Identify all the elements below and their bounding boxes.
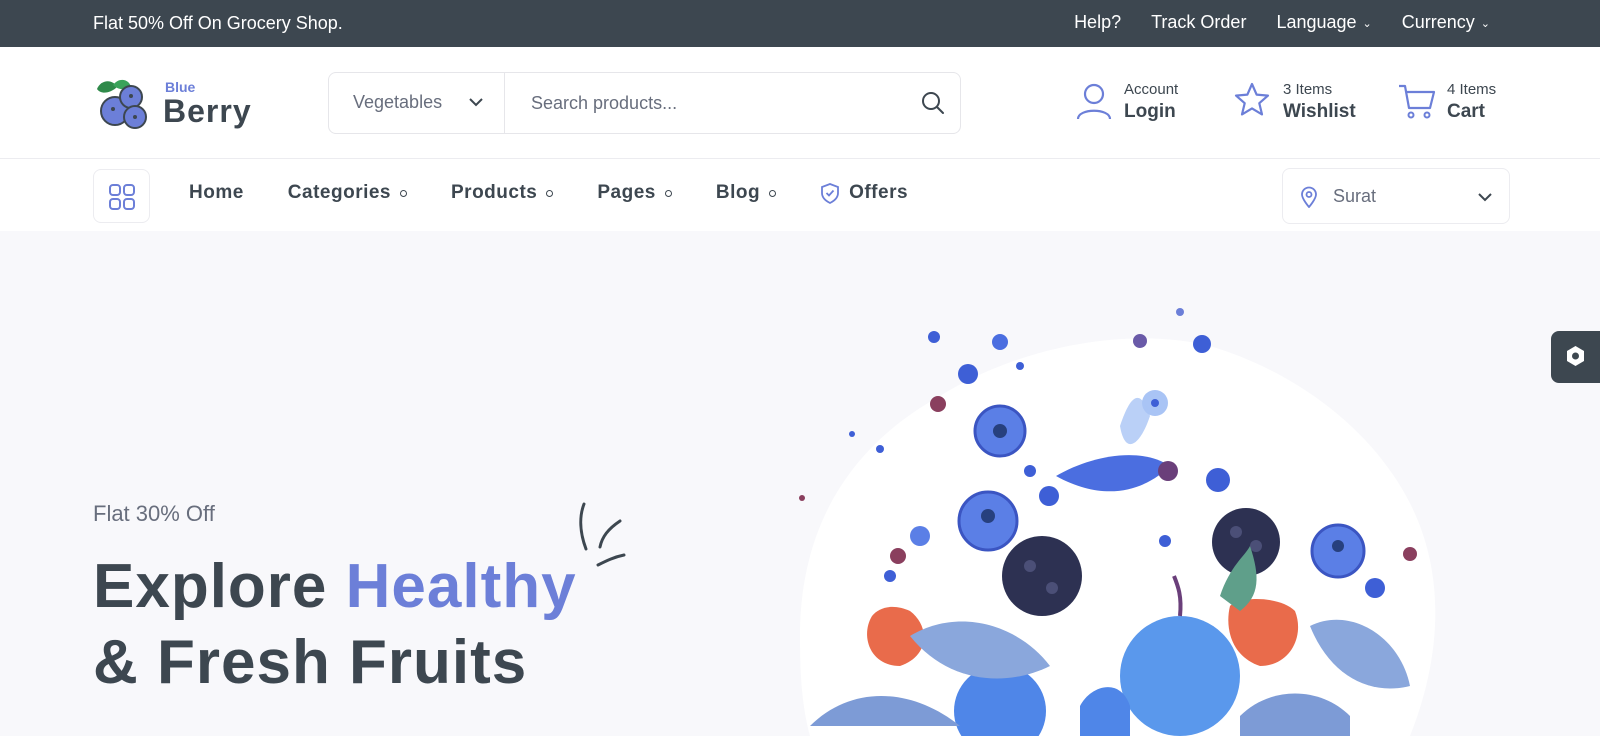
- grid-icon: [109, 184, 135, 210]
- shield-icon: [821, 183, 839, 204]
- wishlist-count: 3 Items: [1283, 81, 1333, 98]
- wishlist-label: Wishlist: [1283, 101, 1356, 122]
- nav-item-categories[interactable]: Categories: [288, 182, 407, 204]
- hero-subtitle: Flat 30% Off: [93, 501, 215, 526]
- nav-item-label: Offers: [849, 182, 909, 203]
- category-select-value: Vegetables: [353, 92, 443, 112]
- settings-hex-icon: [1567, 346, 1584, 366]
- help-link[interactable]: Help?: [1074, 12, 1121, 33]
- cart-icon: [1399, 84, 1436, 119]
- main-header: Blue Berry Vegetables Account Login 3 It…: [0, 47, 1600, 159]
- account-label: Account: [1124, 81, 1179, 98]
- nav-item-label: Products: [451, 182, 538, 203]
- top-links: Help? Track Order Language ⌄ Currency ⌄: [1074, 12, 1490, 33]
- blueberry-logo-icon: [97, 79, 147, 129]
- dropdown-dot-icon: [400, 189, 407, 197]
- currency-label: Currency: [1401, 12, 1475, 32]
- category-select[interactable]: Vegetables: [329, 73, 505, 133]
- search-input[interactable]: [505, 73, 905, 133]
- location-value: Surat: [1333, 186, 1377, 206]
- hero-banner: Flat 30% Off Explore Healthy & Fresh Fru…: [0, 231, 1600, 736]
- nav-item-products[interactable]: Products: [451, 182, 554, 204]
- chevron-down-icon: [469, 98, 483, 107]
- chevron-down-icon: ⌄: [1480, 18, 1490, 30]
- hero-title: Explore Healthy & Fresh Fruits: [93, 549, 577, 701]
- nav-item-offers[interactable]: Offers: [820, 182, 908, 204]
- nav-item-label: Pages: [597, 182, 656, 203]
- fruits-illustration: [799, 308, 1436, 736]
- currency-dropdown[interactable]: Currency ⌄: [1402, 12, 1490, 33]
- nav-menu: Home Categories Products Pages Blog Offe…: [189, 182, 952, 204]
- account-login[interactable]: Account Login: [1074, 77, 1204, 127]
- category-grid-button[interactable]: [93, 169, 150, 223]
- star-icon: [1234, 82, 1270, 116]
- language-label: Language: [1276, 12, 1357, 32]
- language-dropdown[interactable]: Language ⌄: [1276, 12, 1371, 33]
- cart-count: 4 Items: [1447, 81, 1497, 98]
- chevron-down-icon: [1478, 193, 1492, 202]
- nav-item-label: Categories: [287, 182, 391, 203]
- settings-panel-button[interactable]: [1551, 331, 1600, 383]
- track-order-link[interactable]: Track Order: [1151, 12, 1246, 33]
- location-select[interactable]: Surat: [1282, 168, 1510, 224]
- dropdown-dot-icon: [546, 189, 554, 197]
- nav-item-home[interactable]: Home: [189, 182, 244, 204]
- location-pin-icon: [1301, 186, 1317, 208]
- nav-item-label: Blog: [715, 182, 761, 203]
- nav-item-pages[interactable]: Pages: [597, 182, 672, 204]
- hero-title-accent: Healthy: [345, 552, 577, 621]
- sparkle-decoration-icon: [579, 502, 626, 567]
- logo-text-berry: Berry: [163, 93, 252, 129]
- top-bar: Flat 50% Off On Grocery Shop. Help? Trac…: [0, 0, 1600, 47]
- dropdown-dot-icon: [664, 189, 672, 197]
- chevron-down-icon: ⌄: [1362, 18, 1372, 30]
- nav-item-label: Home: [189, 182, 244, 203]
- dropdown-dot-icon: [769, 189, 777, 197]
- login-label: Login: [1124, 101, 1176, 122]
- cart-label: Cart: [1447, 101, 1486, 122]
- nav-item-blog[interactable]: Blog: [715, 182, 777, 204]
- user-icon: [1076, 83, 1112, 120]
- cart[interactable]: 4 Items Cart: [1397, 77, 1517, 127]
- promo-text: Flat 50% Off On Grocery Shop.: [93, 13, 343, 33]
- hero-title-part1: Explore: [93, 552, 346, 621]
- main-nav: Home Categories Products Pages Blog Offe…: [0, 159, 1600, 231]
- search-bar: Vegetables: [328, 72, 961, 134]
- hero-title-line2: & Fresh Fruits: [93, 628, 528, 697]
- wishlist[interactable]: 3 Items Wishlist: [1233, 77, 1373, 127]
- search-icon[interactable]: [920, 90, 946, 116]
- logo[interactable]: Blue Berry: [93, 75, 263, 133]
